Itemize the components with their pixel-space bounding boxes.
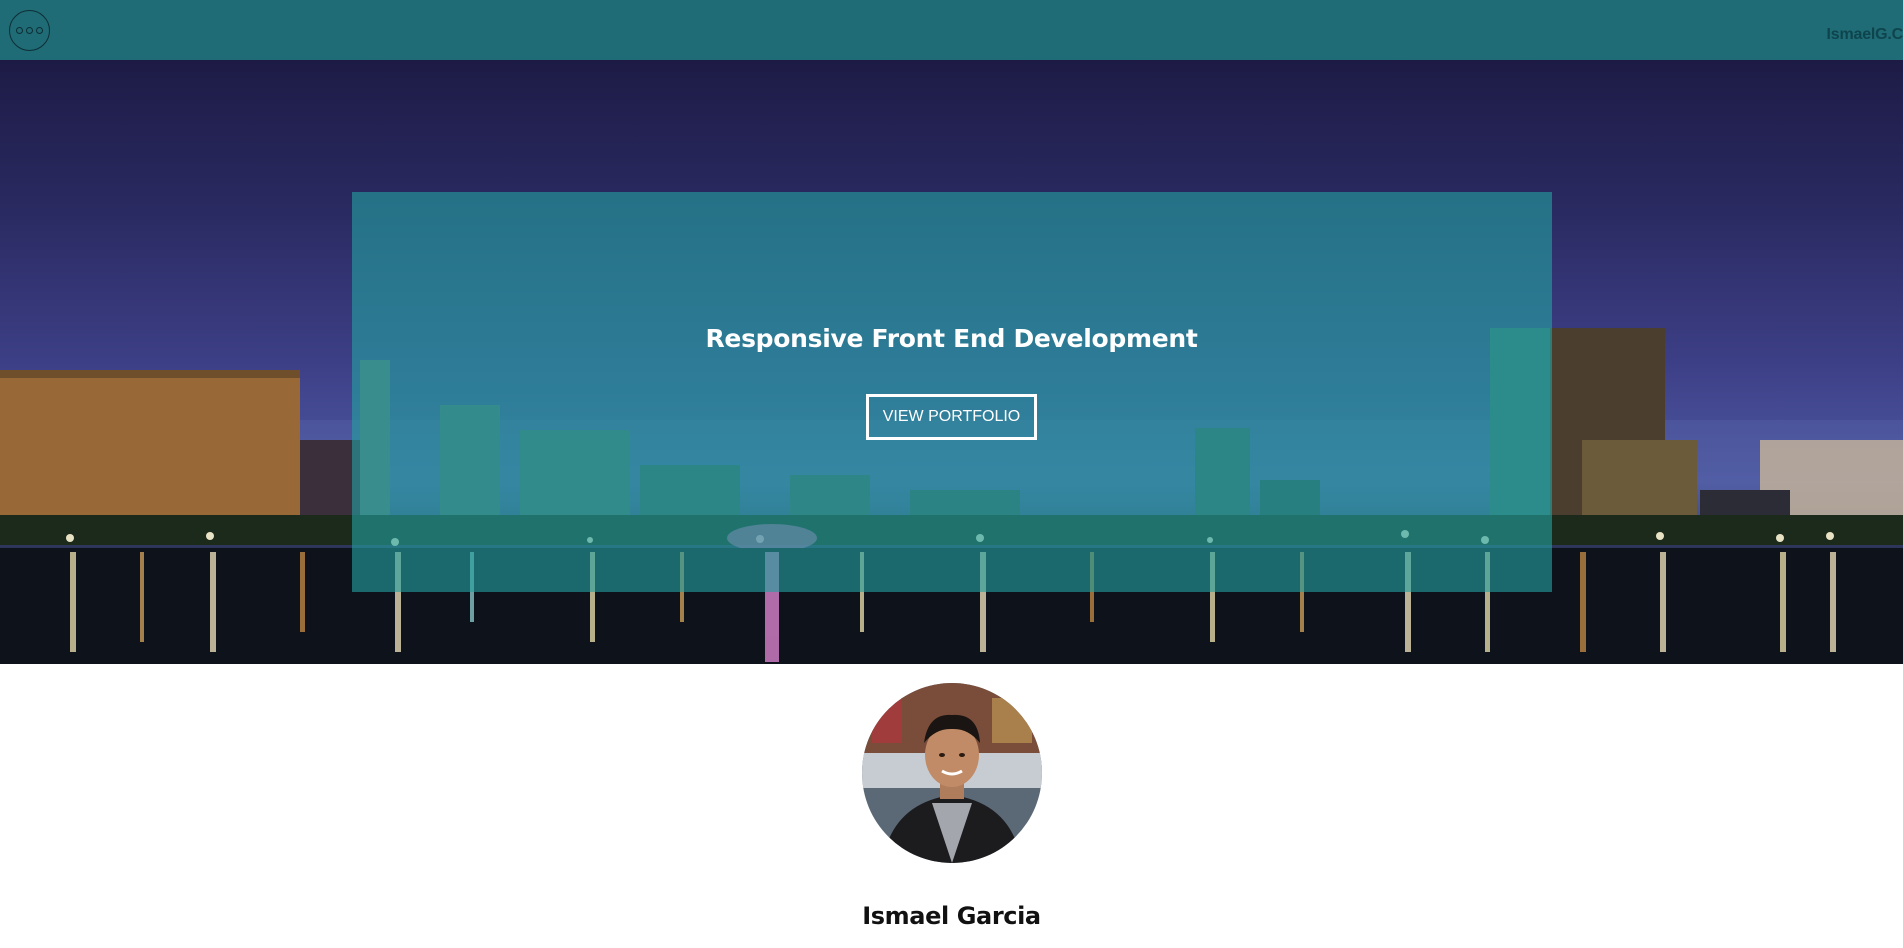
ellipsis-dot-icon bbox=[26, 27, 33, 34]
ellipsis-dot-icon bbox=[16, 27, 23, 34]
view-portfolio-button[interactable]: VIEW PORTFOLIO bbox=[866, 394, 1037, 440]
ellipsis-dot-icon bbox=[36, 27, 43, 34]
hero-section: Responsive Front End Development VIEW PO… bbox=[0, 60, 1903, 664]
profile-photo-image bbox=[862, 683, 1042, 863]
brand-logo-text[interactable]: IsmaelG.C bbox=[1813, 26, 1903, 44]
menu-button[interactable] bbox=[9, 10, 50, 51]
avatar bbox=[862, 683, 1042, 863]
profile-name: Ismael Garcia bbox=[862, 902, 1041, 930]
hero-title: Responsive Front End Development bbox=[705, 324, 1198, 353]
hero-overlay-panel bbox=[352, 192, 1552, 592]
top-navbar: IsmaelG.C bbox=[0, 0, 1903, 60]
